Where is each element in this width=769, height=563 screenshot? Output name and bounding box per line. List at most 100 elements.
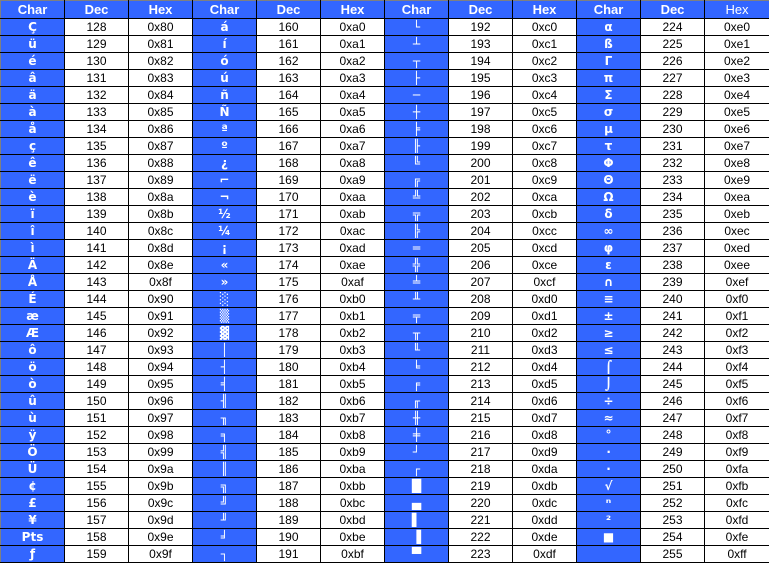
char-cell[interactable]: ê [0, 154, 65, 172]
hex-cell[interactable]: 0xde [512, 528, 577, 546]
char-cell[interactable]: Ü [0, 460, 65, 478]
char-cell[interactable]: ╩ [384, 188, 449, 206]
dec-cell[interactable]: 162 [256, 52, 321, 70]
hex-cell[interactable]: 0xa7 [320, 137, 385, 155]
dec-cell[interactable]: 229 [640, 103, 705, 121]
dec-cell[interactable]: 146 [64, 324, 129, 342]
hex-cell[interactable]: 0x94 [128, 358, 193, 376]
hex-cell[interactable]: 0xb5 [320, 375, 385, 393]
char-cell[interactable]: ≤ [576, 341, 641, 359]
char-cell[interactable]: ╗ [192, 477, 257, 495]
char-cell[interactable]: ─ [384, 86, 449, 104]
hex-cell[interactable]: 0x85 [128, 103, 193, 121]
hex-cell[interactable]: 0xe3 [704, 69, 769, 87]
dec-cell[interactable]: 135 [64, 137, 129, 155]
char-cell[interactable]: Ö [0, 443, 65, 461]
char-cell[interactable]: ╒ [384, 375, 449, 393]
header-dec-2[interactable]: Dec [256, 0, 321, 19]
char-cell[interactable]: ù [0, 409, 65, 427]
hex-cell[interactable]: 0xd3 [512, 341, 577, 359]
hex-cell[interactable]: 0xa9 [320, 171, 385, 189]
dec-cell[interactable]: 154 [64, 460, 129, 478]
dec-cell[interactable]: 231 [640, 137, 705, 155]
hex-cell[interactable]: 0xbb [320, 477, 385, 495]
header-char-3[interactable]: Char [384, 0, 449, 19]
header-char-1[interactable]: Char [0, 0, 65, 19]
char-cell[interactable]: ╫ [384, 409, 449, 427]
hex-cell[interactable]: 0x9a [128, 460, 193, 478]
hex-cell[interactable]: 0x89 [128, 171, 193, 189]
hex-cell[interactable]: 0xca [512, 188, 577, 206]
dec-cell[interactable]: 186 [256, 460, 321, 478]
dec-cell[interactable]: 156 [64, 494, 129, 512]
char-cell[interactable]: · [576, 460, 641, 478]
hex-cell[interactable]: 0xdd [512, 511, 577, 529]
hex-cell[interactable]: 0xbf [320, 545, 385, 563]
char-cell[interactable]: ╠ [384, 222, 449, 240]
char-cell[interactable]: ë [0, 171, 65, 189]
dec-cell[interactable]: 233 [640, 171, 705, 189]
hex-cell[interactable]: 0xe5 [704, 103, 769, 121]
hex-cell[interactable]: 0xc3 [512, 69, 577, 87]
dec-cell[interactable]: 181 [256, 375, 321, 393]
dec-cell[interactable]: 189 [256, 511, 321, 529]
dec-cell[interactable]: 149 [64, 375, 129, 393]
hex-cell[interactable]: 0xa6 [320, 120, 385, 138]
hex-cell[interactable]: 0xf1 [704, 307, 769, 325]
char-cell[interactable]: ½ [192, 205, 257, 223]
dec-cell[interactable]: 129 [64, 35, 129, 53]
char-cell[interactable]: ╞ [384, 120, 449, 138]
dec-cell[interactable]: 160 [256, 18, 321, 36]
dec-cell[interactable]: 197 [448, 103, 513, 121]
hex-cell[interactable]: 0x92 [128, 324, 193, 342]
dec-cell[interactable]: 176 [256, 290, 321, 308]
char-cell[interactable]: ⌐ [192, 171, 257, 189]
dec-cell[interactable]: 180 [256, 358, 321, 376]
dec-cell[interactable]: 199 [448, 137, 513, 155]
char-cell[interactable]: ° [576, 426, 641, 444]
dec-cell[interactable]: 140 [64, 222, 129, 240]
hex-cell[interactable]: 0xa2 [320, 52, 385, 70]
hex-cell[interactable]: 0xe2 [704, 52, 769, 70]
header-hex-3[interactable]: Hex [512, 0, 577, 19]
char-cell[interactable]: └ [384, 18, 449, 36]
hex-cell[interactable]: 0x97 [128, 409, 193, 427]
hex-cell[interactable]: 0xea [704, 188, 769, 206]
hex-cell[interactable]: 0xa3 [320, 69, 385, 87]
dec-cell[interactable]: 240 [640, 290, 705, 308]
dec-cell[interactable]: 152 [64, 426, 129, 444]
dec-cell[interactable]: 166 [256, 120, 321, 138]
hex-cell[interactable]: 0x9b [128, 477, 193, 495]
dec-cell[interactable]: 132 [64, 86, 129, 104]
char-cell[interactable]: ∙ [576, 443, 641, 461]
char-cell[interactable]: ═ [384, 239, 449, 257]
hex-cell[interactable]: 0xb2 [320, 324, 385, 342]
dec-cell[interactable]: 213 [448, 375, 513, 393]
char-cell[interactable]: ╚ [384, 154, 449, 172]
dec-cell[interactable]: 178 [256, 324, 321, 342]
char-cell[interactable]: ┤ [192, 358, 257, 376]
dec-cell[interactable]: 192 [448, 18, 513, 36]
char-cell[interactable]: ┐ [192, 545, 257, 563]
char-cell[interactable]: û [0, 392, 65, 410]
char-cell[interactable]: Σ [576, 86, 641, 104]
hex-cell[interactable]: 0x99 [128, 443, 193, 461]
char-cell[interactable]: φ [576, 239, 641, 257]
dec-cell[interactable]: 130 [64, 52, 129, 70]
hex-cell[interactable]: 0xce [512, 256, 577, 274]
char-cell[interactable]: ¼ [192, 222, 257, 240]
hex-cell[interactable]: 0x98 [128, 426, 193, 444]
char-cell[interactable]: ª [192, 120, 257, 138]
dec-cell[interactable]: 161 [256, 35, 321, 53]
hex-cell[interactable]: 0xcd [512, 239, 577, 257]
char-cell[interactable]: á [192, 18, 257, 36]
header-hex-4[interactable]: Hex [704, 0, 769, 19]
hex-cell[interactable]: 0xfb [704, 477, 769, 495]
char-cell[interactable]: å [0, 120, 65, 138]
char-cell[interactable]: █ [384, 477, 449, 495]
char-cell[interactable]: ╧ [384, 273, 449, 291]
dec-cell[interactable]: 200 [448, 154, 513, 172]
dec-cell[interactable]: 215 [448, 409, 513, 427]
dec-cell[interactable]: 145 [64, 307, 129, 325]
hex-cell[interactable]: 0xa5 [320, 103, 385, 121]
